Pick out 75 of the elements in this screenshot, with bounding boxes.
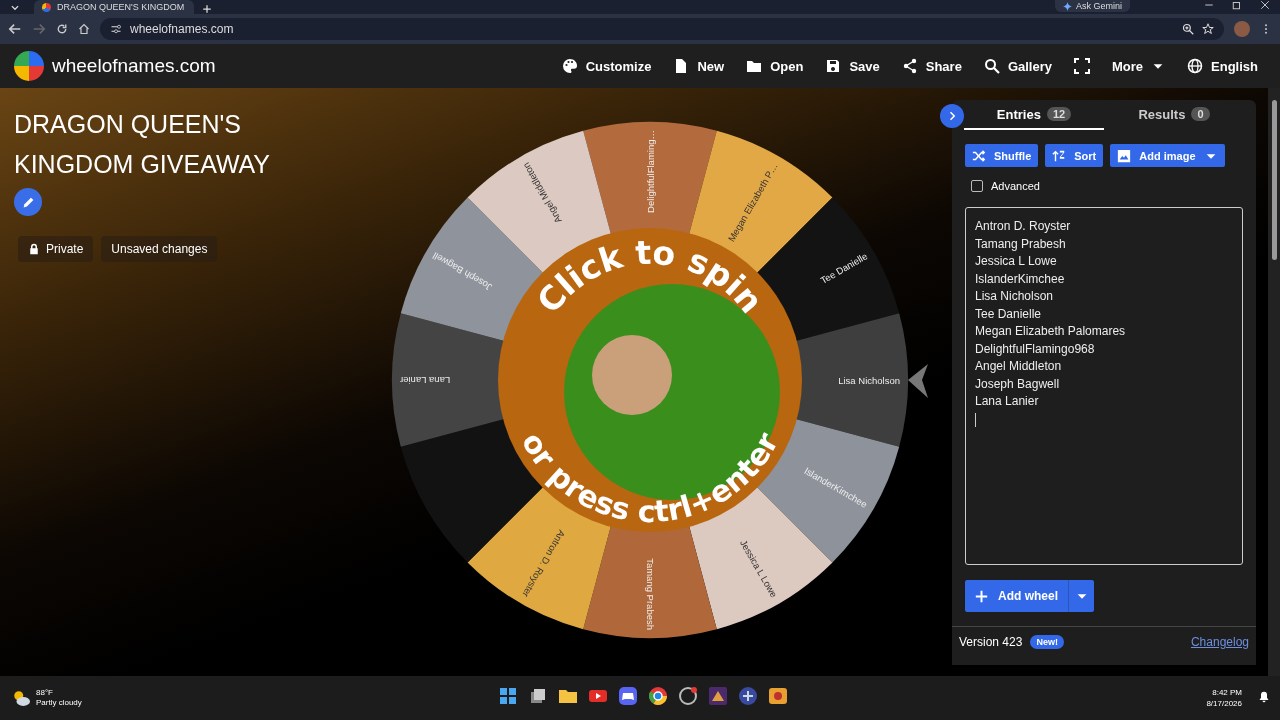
zoom-icon (1182, 23, 1194, 35)
site-name[interactable]: wheelofnames.com (52, 55, 554, 77)
lock-icon (28, 243, 40, 255)
plus-icon (202, 4, 212, 14)
share-icon (901, 58, 918, 74)
panel-tab[interactable]: Entries 12 (964, 100, 1104, 130)
reload-icon (56, 23, 68, 35)
nav-button[interactable]: Share (893, 50, 970, 82)
sort-icon (1052, 148, 1067, 163)
segment-label: Lana Lanier (400, 374, 451, 386)
scrollbar[interactable] (1268, 88, 1280, 676)
toolbar-button[interactable]: Shuffle (965, 144, 1039, 167)
language-menu[interactable]: English (1179, 50, 1266, 82)
pointer-icon (908, 364, 928, 398)
advanced-checkbox[interactable] (971, 180, 983, 192)
nav-button[interactable]: Save (817, 50, 888, 82)
entries-field[interactable]: Antron D. Royster Tamang Prabesh Jessica L Lowe IslanderKimchee Lisa Nicholson Tee Danielle Megan Elizabeth Palomares DelightfulFlamingo968 Angel Middleton Joseph Bagwell Lana Lanier (965, 207, 1243, 565)
address-bar[interactable]: wheelofnames.com (100, 18, 1224, 40)
new-badge: New! (1030, 635, 1064, 649)
image-icon (1117, 148, 1132, 163)
chevron-down-icon (10, 3, 20, 13)
more-menu[interactable]: More (1104, 50, 1174, 82)
tab-title: DRAGON QUEEN'S KINGDOM (57, 2, 185, 12)
edit-button[interactable] (14, 188, 42, 216)
dial-icon[interactable] (678, 686, 698, 706)
pencil-icon (21, 195, 35, 209)
changelog-link[interactable]: Changelog (1190, 635, 1249, 649)
dropdown-button[interactable] (1068, 580, 1094, 612)
nav-button[interactable]: New (665, 50, 733, 82)
folder-icon (746, 58, 763, 74)
bell-icon (1258, 691, 1270, 703)
search-icon (983, 58, 1000, 74)
privacy-chip: Private (18, 236, 94, 262)
panel-tab[interactable]: Results 0 (1104, 100, 1244, 130)
app-icon[interactable] (768, 686, 788, 706)
sparkle-icon (1063, 1, 1072, 11)
globe-icon (1187, 58, 1204, 74)
weather-text: Partly cloudy (36, 698, 82, 708)
toolbar-button[interactable]: Sort (1045, 144, 1104, 167)
tune-icon (110, 23, 122, 35)
collapse-button[interactable] (940, 104, 964, 128)
app-icon[interactable] (738, 686, 758, 706)
logo-icon[interactable] (14, 51, 44, 81)
nav-button[interactable]: Open (738, 50, 812, 82)
shuffle-icon (972, 148, 986, 163)
close-icon (1260, 0, 1270, 10)
browser-icon[interactable] (648, 686, 668, 706)
checkbox-label: Advanced (991, 180, 1040, 192)
version-label: Version 423 (959, 635, 1023, 649)
cloud-sun-icon (12, 689, 30, 707)
restore-icon (1232, 0, 1242, 10)
forward-icon (32, 22, 46, 36)
fullscreen-icon (1074, 58, 1090, 74)
app-icon[interactable] (708, 686, 728, 706)
toolbar-button[interactable]: Add image (1110, 144, 1225, 167)
segment-label: Tamang Prabesh (644, 558, 656, 630)
nav-button[interactable]: Customize (553, 50, 660, 82)
clock-date: 8/17/2026 (1206, 698, 1242, 709)
windows-stack-icon[interactable] (528, 686, 548, 706)
wheel-title: DRAGON QUEEN'S KINGDOM GIVEAWAY (14, 109, 272, 180)
segment-label: Lisa Nicholson (838, 374, 900, 386)
clock-time: 8:42 PM (1211, 687, 1242, 698)
add-wheel-button[interactable]: Add wheel (965, 580, 1068, 612)
status-chip: Unsaved changes (101, 236, 218, 262)
ask-gemini-button[interactable]: Ask Gemini (1055, 0, 1130, 12)
palette-icon (561, 58, 578, 74)
segment-label: DelightfulFlaming… (644, 130, 656, 213)
windows-start-icon[interactable] (498, 686, 518, 706)
star-icon (1202, 23, 1214, 35)
temperature: 88°F (36, 688, 54, 698)
back-icon (8, 22, 22, 36)
home-icon (78, 23, 90, 35)
browser-tab[interactable]: DRAGON QUEEN'S KINGDOM (34, 0, 194, 14)
plus-icon (975, 589, 988, 603)
nav-button[interactable]: Gallery (975, 50, 1060, 82)
